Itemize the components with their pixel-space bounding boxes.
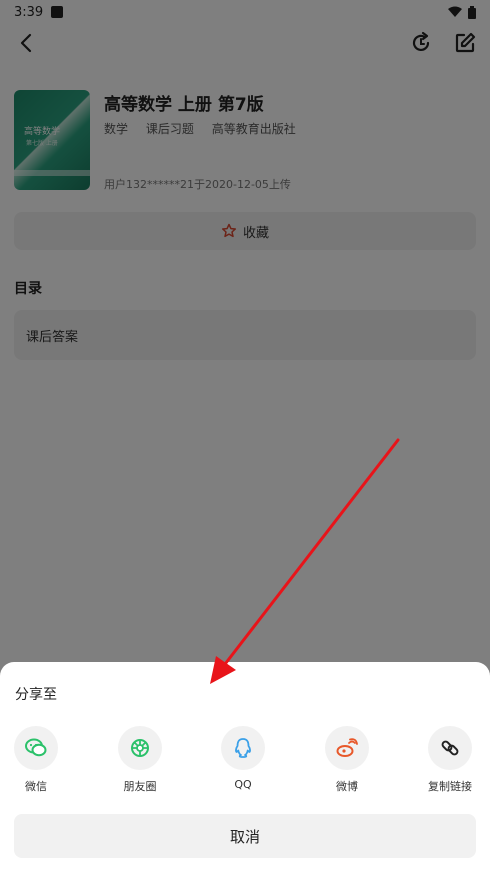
share-label: 复制链接	[428, 780, 472, 793]
share-weibo[interactable]: 微博	[307, 724, 387, 794]
moments-icon	[131, 739, 149, 757]
share-label: 微博	[336, 780, 358, 793]
share-label: 微信	[25, 780, 47, 793]
share-qq-circle	[221, 726, 265, 770]
share-copy-link[interactable]: 复制链接	[410, 724, 490, 794]
share-label: QQ	[234, 778, 252, 791]
share-wechat-circle	[14, 726, 58, 770]
qq-icon	[235, 738, 251, 758]
wechat-icon	[25, 738, 47, 757]
share-label: 朋友圈	[123, 780, 157, 793]
share-sheet-title: 分享至	[15, 687, 57, 703]
share-link-circle	[428, 726, 472, 770]
weibo-icon	[336, 738, 358, 757]
share-sheet: 分享至 微信 朋友圈 QQ 微博 复制链接 取消	[0, 662, 490, 872]
share-qq[interactable]: QQ	[203, 724, 283, 794]
share-moments-circle	[118, 726, 162, 770]
link-icon	[441, 740, 459, 756]
share-moments[interactable]: 朋友圈	[100, 724, 180, 794]
share-weibo-circle	[325, 726, 369, 770]
share-wechat[interactable]: 微信	[0, 724, 76, 794]
cancel-button[interactable]: 取消	[14, 814, 476, 858]
